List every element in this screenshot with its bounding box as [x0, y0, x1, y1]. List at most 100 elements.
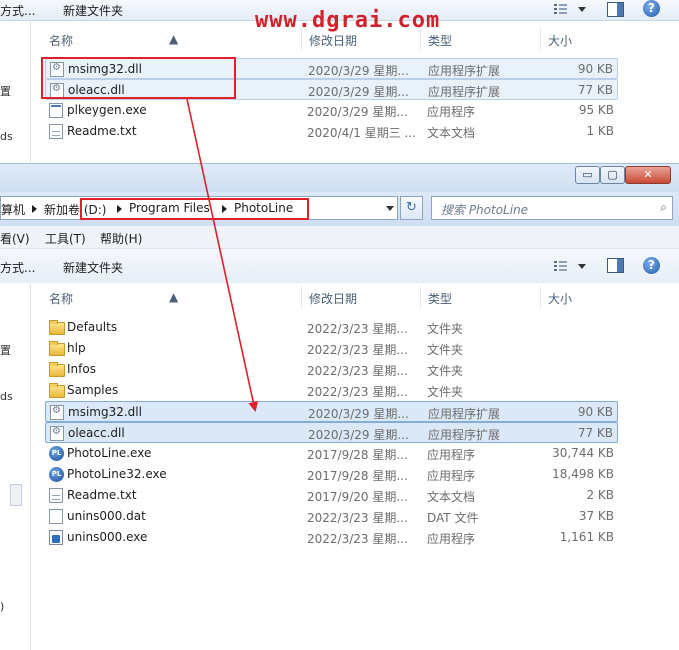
file-name: Defaults [67, 320, 118, 334]
file-size: 1,161 KB [559, 530, 614, 544]
file-row[interactable]: unins000.exe 2022/3/23 星期... 应用程序 1,161 … [45, 527, 618, 548]
file-date: 2020/3/29 星期... [308, 428, 409, 442]
breadcrumb-computer[interactable]: 算机 [1, 201, 25, 218]
file-size: 37 KB [578, 509, 614, 523]
file-row[interactable]: PL PhotoLine.exe 2017/9/28 星期... 应用程序 30… [45, 443, 618, 464]
column-header-name[interactable]: 名称 [49, 290, 73, 307]
folder-icon [49, 320, 65, 335]
nav-label[interactable]: ds [0, 130, 13, 143]
menu-bar: 看(V) 工具(T) 帮助(H) [0, 226, 679, 249]
file-name: Infos [67, 362, 96, 376]
file-date: 2022/3/23 星期... [307, 385, 408, 399]
column-header-date[interactable]: 修改日期 [309, 290, 357, 307]
minimize-button[interactable]: ▭ [575, 166, 600, 184]
view-list-icon[interactable] [552, 259, 568, 273]
file-row-selected[interactable]: msimg32.dll 2020/3/29 星期... 应用程序扩展 90 KB [45, 401, 618, 422]
file-date: 2020/3/29 星期... [308, 85, 409, 99]
nav-label[interactable]: ds [0, 390, 13, 403]
navigation-pane[interactable]: 置 ds [0, 21, 31, 163]
chevron-right-icon[interactable] [32, 205, 37, 213]
file-name: PhotoLine32.exe [67, 467, 167, 481]
organize-button[interactable]: 方式... [0, 2, 35, 19]
file-row[interactable]: plkeygen.exe 2020/3/29 星期... 应用程序 95 KB [45, 100, 618, 121]
menu-help[interactable]: 帮助(H) [100, 230, 142, 247]
file-row[interactable]: PL PhotoLine32.exe 2017/9/28 星期... 应用程序 … [45, 464, 618, 485]
file-row[interactable]: Defaults 2022/3/23 星期... 文件夹 [45, 317, 618, 338]
view-list-icon[interactable] [552, 2, 568, 16]
file-type: 应用程序扩展 [428, 85, 501, 99]
file-type: 应用程序 [427, 469, 476, 483]
close-button[interactable]: ✕ [625, 166, 671, 184]
file-date: 2020/3/29 星期... [308, 407, 409, 421]
file-size: 1 KB [586, 124, 614, 138]
nav-label[interactable]: 置 [0, 342, 11, 358]
file-size: 2 KB [586, 488, 614, 502]
address-toolbar: 算机 新加卷 (D:) Program Files PhotoLine ↻ 搜索… [0, 192, 679, 226]
file-type: 文件夹 [427, 343, 464, 357]
help-icon[interactable]: ? [643, 0, 660, 17]
file-date: 2017/9/28 星期... [307, 469, 408, 483]
file-date: 2017/9/20 星期... [307, 490, 408, 504]
column-header-name[interactable]: 名称 [49, 32, 73, 49]
file-type: 应用程序 [427, 105, 476, 119]
file-name: oleacc.dll [68, 426, 125, 440]
column-header-date[interactable]: 修改日期 [309, 32, 357, 49]
photoline-icon: PL [49, 467, 64, 482]
nav-scrollbar-thumb[interactable] [10, 484, 22, 506]
file-name: msimg32.dll [68, 405, 142, 419]
file-row[interactable]: hlp 2022/3/23 星期... 文件夹 [45, 338, 618, 359]
new-folder-button[interactable]: 新建文件夹 [63, 2, 123, 19]
photoline-explorer-window: ▭ ▢ ✕ 算机 新加卷 (D:) Program Files PhotoLin… [0, 163, 679, 650]
address-dropdown-icon[interactable] [386, 206, 394, 211]
file-type: 应用程序 [427, 532, 476, 546]
file-row[interactable]: Readme.txt 2017/9/20 星期... 文本文档 2 KB [45, 485, 618, 506]
front-command-bar: 方式... 新建文件夹 ? [0, 249, 679, 283]
file-type: 文本文档 [427, 490, 476, 504]
sort-caret-icon: ▲ [169, 32, 179, 46]
file-name: unins000.exe [67, 530, 148, 544]
file-name: PhotoLine.exe [67, 446, 152, 460]
nav-label[interactable]: 置 [0, 83, 11, 99]
refresh-button[interactable]: ↻ [400, 196, 423, 220]
file-name: Readme.txt [67, 124, 137, 138]
folder-icon [49, 341, 65, 356]
nav-label[interactable]: ) [0, 600, 4, 613]
help-icon[interactable]: ? [643, 257, 660, 274]
file-size: 18,498 KB [552, 467, 614, 481]
file-size: 77 KB [577, 83, 613, 97]
menu-tools[interactable]: 工具(T) [45, 230, 86, 247]
sort-caret-icon: ▲ [169, 290, 179, 304]
file-row[interactable]: unins000.dat 2022/3/23 星期... DAT 文件 37 K… [45, 506, 618, 527]
file-size: 90 KB [577, 62, 613, 76]
column-header-size[interactable]: 大小 [548, 32, 572, 49]
column-header-type[interactable]: 类型 [428, 290, 452, 307]
preview-pane-icon[interactable] [607, 258, 624, 273]
dat-file-icon [49, 509, 63, 524]
file-name: Readme.txt [67, 488, 137, 502]
file-date: 2022/3/23 星期... [307, 532, 408, 546]
menu-view[interactable]: 看(V) [0, 230, 30, 247]
new-folder-button[interactable]: 新建文件夹 [63, 259, 123, 276]
preview-pane-icon[interactable] [607, 2, 624, 17]
organize-button[interactable]: 方式... [0, 259, 35, 276]
file-size: 30,744 KB [552, 446, 614, 460]
title-bar[interactable]: ▭ ▢ ✕ [0, 164, 679, 192]
file-row-selected[interactable]: oleacc.dll 2020/3/29 星期... 应用程序扩展 77 KB [45, 422, 618, 443]
file-row[interactable]: Readme.txt 2020/4/1 星期三 ... 文本文档 1 KB [45, 121, 618, 142]
file-row[interactable]: Samples 2022/3/23 星期... 文件夹 [45, 380, 618, 401]
file-type: 应用程序扩展 [428, 428, 501, 442]
file-row[interactable]: Infos 2022/3/23 星期... 文件夹 [45, 359, 618, 380]
file-date: 2020/4/1 星期三 ... [307, 126, 416, 140]
chevron-down-icon[interactable] [578, 7, 586, 12]
search-input[interactable]: 搜索 PhotoLine ⌕ [431, 196, 673, 220]
search-icon[interactable]: ⌕ [660, 200, 667, 215]
chevron-down-icon[interactable] [578, 264, 586, 269]
maximize-button[interactable]: ▢ [600, 166, 625, 184]
file-type: 应用程序 [427, 448, 476, 462]
file-name: unins000.dat [67, 509, 146, 523]
photoline-icon: PL [49, 446, 64, 461]
column-header-type[interactable]: 类型 [428, 32, 452, 49]
navigation-pane[interactable]: 置 ds ) [0, 284, 31, 650]
column-header-size[interactable]: 大小 [548, 290, 572, 307]
file-date: 2017/9/28 星期... [307, 448, 408, 462]
